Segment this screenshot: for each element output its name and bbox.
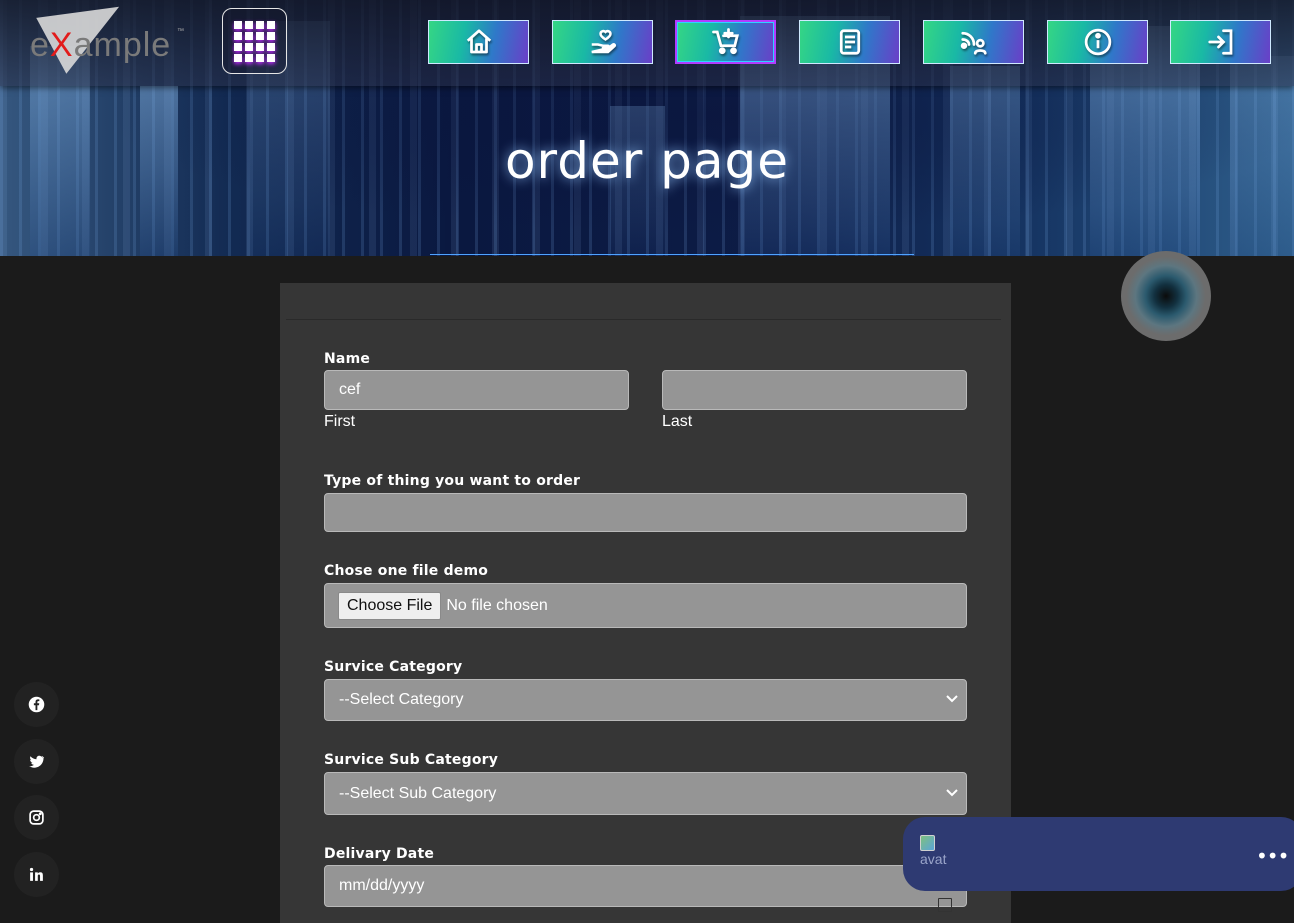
site-logo[interactable]: eXample ™: [24, 6, 190, 80]
file-status: No file chosen: [446, 596, 548, 614]
floating-orb[interactable]: [1121, 251, 1211, 341]
top-nav-bar: eXample ™: [0, 0, 1294, 86]
logo-wordmark: eXample: [30, 26, 172, 64]
delivery-date-input[interactable]: mm/dd/yyyy: [324, 865, 967, 912]
calendar-icon[interactable]: [938, 898, 952, 912]
login-icon: [1207, 29, 1232, 55]
hero-banner: eXample ™ order page: [0, 0, 1294, 256]
last-name-input[interactable]: [662, 370, 967, 410]
nav-feed-button[interactable]: [923, 20, 1024, 64]
chat-widget[interactable]: avat •••: [903, 817, 1294, 891]
subcategory-label: Survice Sub Category: [324, 752, 499, 768]
nav-login-button[interactable]: [1170, 20, 1271, 64]
first-name-sublabel: First: [324, 413, 356, 430]
file-input[interactable]: Choose File No file chosen: [324, 583, 967, 628]
twitter-icon: [29, 755, 45, 768]
nav-order-button[interactable]: [675, 20, 776, 64]
date-placeholder: mm/dd/yyyy: [339, 877, 425, 894]
linkedin-button[interactable]: [14, 852, 59, 897]
facebook-icon: [28, 696, 45, 713]
linkedin-icon: [29, 867, 43, 881]
chat-avatar: avat: [920, 835, 960, 875]
apps-grid-button[interactable]: [222, 8, 287, 74]
last-name-sublabel: Last: [662, 413, 693, 430]
hand-heart-icon: [590, 29, 616, 54]
name-label: Name: [324, 351, 371, 367]
chat-menu-button[interactable]: •••: [1256, 844, 1289, 868]
logo-trademark: ™: [177, 28, 184, 35]
info-icon: [1084, 28, 1111, 56]
nav-documents-button[interactable]: [799, 20, 900, 64]
page-title: order page: [504, 132, 790, 190]
category-select-value: --Select Category: [339, 691, 464, 708]
first-name-input[interactable]: cef: [324, 370, 629, 410]
order-type-label: Type of thing you want to order: [324, 473, 581, 489]
cart-add-icon: [711, 28, 739, 55]
form-divider: [286, 319, 1001, 320]
order-form: Name cef First Last Type of thing you wa…: [280, 283, 1011, 923]
instagram-icon: [29, 810, 44, 825]
chevron-down-icon: [946, 695, 958, 703]
file-label: Chose one file demo: [324, 563, 489, 579]
instagram-button[interactable]: [14, 795, 59, 840]
twitter-button[interactable]: [14, 739, 59, 784]
choose-file-button[interactable]: Choose File: [338, 591, 442, 620]
category-label: Survice Category: [324, 659, 463, 675]
nav-donate-button[interactable]: [552, 20, 653, 64]
chevron-down-icon: [946, 788, 958, 796]
subcategory-select[interactable]: --Select Sub Category: [324, 772, 967, 815]
signal-person-icon: [960, 31, 987, 55]
delivery-date-label: Delivary Date: [324, 846, 435, 862]
title-underline: [430, 254, 914, 255]
avatar-alt-text: avat: [920, 851, 947, 867]
grid-icon: [234, 20, 275, 62]
category-select[interactable]: --Select Category: [324, 679, 967, 721]
order-type-input[interactable]: [324, 493, 967, 532]
nav-home-button[interactable]: [428, 20, 529, 64]
home-icon: [466, 29, 491, 54]
document-icon: [839, 29, 860, 55]
subcategory-select-value: --Select Sub Category: [339, 784, 497, 802]
broken-image-icon: [920, 835, 935, 851]
facebook-button[interactable]: [14, 682, 59, 727]
nav-info-button[interactable]: [1047, 20, 1148, 64]
